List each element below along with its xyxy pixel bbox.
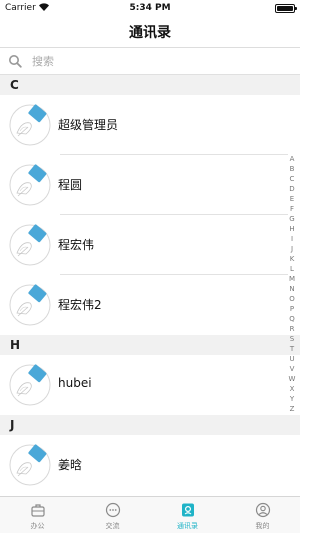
tab-label: 交流	[105, 522, 120, 530]
index-letter[interactable]: V	[287, 364, 297, 374]
contact-row[interactable]: 姜晗	[0, 435, 300, 495]
contact-name: 程宏伟	[58, 238, 95, 252]
contact-name: 程圆	[58, 178, 83, 192]
index-letter[interactable]: I	[287, 234, 297, 244]
index-letter[interactable]: F	[287, 204, 297, 214]
contact-row[interactable]: 程宏伟	[0, 215, 300, 275]
alphabet-index[interactable]: ABCDEFGHIJKLMNOPQRSTUVWXYZ	[287, 154, 297, 414]
contacts-icon	[181, 503, 194, 517]
tab-contacts[interactable]: 通讯录	[150, 497, 225, 533]
index-letter[interactable]: J	[287, 244, 297, 254]
contact-name: 超级管理员	[58, 118, 119, 132]
tab-bar: 办公 交流 通讯录 我的	[0, 496, 300, 533]
avatar-icon	[8, 363, 52, 407]
index-letter[interactable]: X	[287, 384, 297, 394]
contact-row[interactable]: 程圆	[0, 155, 300, 215]
search-bar[interactable]	[0, 48, 300, 75]
tab-chat[interactable]: 交流	[75, 497, 150, 533]
contact-list[interactable]: C 超级管理员程圆程宏伟程宏伟2 Hhubei J 姜晗	[0, 75, 300, 496]
tab-briefcase[interactable]: 办公	[0, 497, 75, 533]
index-letter[interactable]: U	[287, 354, 297, 364]
battery-icon	[275, 4, 297, 13]
contact-row[interactable]: 程宏伟2	[0, 275, 300, 335]
index-letter[interactable]: P	[287, 304, 297, 314]
status-bar: Carrier 5:34 PM	[0, 0, 300, 18]
contact-row[interactable]: hubei	[0, 355, 300, 415]
index-letter[interactable]: D	[287, 184, 297, 194]
avatar-icon	[8, 283, 52, 327]
contact-name: 姜晗	[58, 458, 83, 472]
contact-row[interactable]: 超级管理员	[0, 95, 300, 155]
index-letter[interactable]: Y	[287, 394, 297, 404]
index-letter[interactable]: A	[287, 154, 297, 164]
index-letter[interactable]: H	[287, 224, 297, 234]
section-header: H	[0, 335, 300, 355]
contact-name: hubei	[58, 376, 92, 390]
profile-icon	[255, 502, 270, 518]
index-letter[interactable]: Q	[287, 314, 297, 324]
search-input[interactable]	[32, 52, 282, 70]
index-letter[interactable]: K	[287, 254, 297, 264]
index-letter[interactable]: S	[287, 334, 297, 344]
index-letter[interactable]: G	[287, 214, 297, 224]
section-header: J	[0, 415, 300, 435]
clock: 5:34 PM	[129, 3, 171, 13]
index-letter[interactable]: B	[287, 164, 297, 174]
avatar-icon	[8, 223, 52, 267]
page-title: 通讯录	[0, 18, 300, 48]
section-header: C	[0, 75, 300, 95]
index-letter[interactable]: C	[287, 174, 297, 184]
avatar-icon	[8, 103, 52, 147]
tab-label: 办公	[30, 522, 45, 530]
tab-label: 通讯录	[177, 522, 198, 530]
index-letter[interactable]: O	[287, 294, 297, 304]
tab-profile[interactable]: 我的	[225, 497, 300, 533]
avatar-icon	[8, 163, 52, 207]
search-icon	[9, 55, 22, 68]
index-letter[interactable]: R	[287, 324, 297, 334]
contact-name: 程宏伟2	[58, 298, 102, 312]
index-letter[interactable]: T	[287, 344, 297, 354]
chat-icon	[105, 502, 120, 518]
briefcase-icon	[30, 504, 45, 517]
avatar-icon	[8, 443, 52, 487]
tab-label: 我的	[255, 522, 270, 530]
index-letter[interactable]: W	[287, 374, 297, 384]
index-letter[interactable]: L	[287, 264, 297, 274]
index-letter[interactable]: E	[287, 194, 297, 204]
index-letter[interactable]: M	[287, 274, 297, 284]
index-letter[interactable]: N	[287, 284, 297, 294]
index-letter[interactable]: Z	[287, 404, 297, 414]
